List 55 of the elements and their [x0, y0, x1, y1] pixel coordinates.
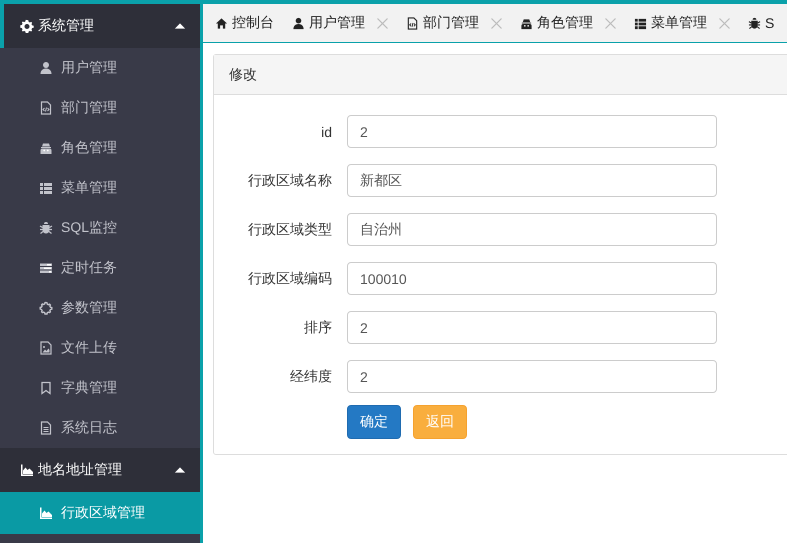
close-icon[interactable]: [605, 18, 616, 28]
close-icon[interactable]: [719, 18, 730, 28]
panel-title: 修改: [214, 55, 787, 95]
code-file-icon: [39, 101, 53, 115]
sidebar-item[interactable]: 菜单管理: [0, 168, 200, 208]
gear-icon: [20, 19, 34, 33]
input-field[interactable]: 100010: [347, 262, 717, 295]
field-label: 行政区域类型: [247, 220, 332, 238]
input-field[interactable]: 2: [347, 311, 717, 344]
tab[interactable]: 控制台: [215, 4, 274, 42]
field-label: 经纬度: [289, 368, 332, 386]
sidebar-item[interactable]: 定时任务: [0, 248, 200, 288]
spy-icon: [39, 141, 53, 155]
close-icon[interactable]: [491, 18, 502, 28]
list-icon: [634, 16, 647, 30]
close-icon[interactable]: [377, 18, 388, 28]
sidebar-item[interactable]: SQL监控: [0, 208, 200, 248]
tab[interactable]: 用户管理: [292, 4, 388, 42]
image-file-icon: [39, 341, 53, 355]
sidebar-item[interactable]: 用户管理: [0, 48, 200, 88]
field-label: id: [320, 124, 332, 140]
area-chart-icon: [39, 506, 53, 520]
tab[interactable]: 菜单管理: [634, 4, 730, 42]
input-field[interactable]: 2: [347, 115, 717, 148]
gear-icon: [39, 301, 53, 315]
bookmark-icon: [39, 381, 53, 395]
input-field[interactable]: 2: [347, 360, 717, 393]
tab[interactable]: S: [748, 4, 774, 42]
sidebar-item[interactable]: 系统日志: [0, 408, 200, 448]
sidebar-group[interactable]: 地名地址管理: [0, 448, 200, 492]
code-file-icon: [406, 16, 419, 30]
sidebar-item[interactable]: 字典管理: [0, 368, 200, 408]
field-label: 行政区域名称: [247, 172, 332, 190]
field-label: 行政区域编码: [247, 270, 332, 288]
user-icon: [39, 61, 53, 75]
tab[interactable]: 角色管理: [520, 4, 616, 42]
sidebar-group[interactable]: 系统管理: [0, 4, 200, 48]
home-icon: [215, 16, 228, 30]
bug-icon: [748, 16, 761, 30]
input-field[interactable]: 自治州: [347, 213, 717, 246]
tab[interactable]: 部门管理: [406, 4, 502, 42]
input-field[interactable]: 新都区: [347, 164, 717, 197]
sidebar-item[interactable]: 文件上传: [0, 328, 200, 368]
text-file-icon: [39, 421, 53, 435]
user-icon: [292, 16, 305, 30]
area-chart-icon: [20, 463, 34, 477]
confirm-button[interactable]: 确定: [347, 405, 401, 439]
sidebar-item[interactable]: 部门管理: [0, 88, 200, 128]
spy-icon: [520, 16, 533, 30]
sidebar-item[interactable]: 参数管理: [0, 288, 200, 328]
field-label: 排序: [303, 318, 332, 336]
tasks-icon: [39, 261, 53, 275]
list-icon: [39, 181, 53, 195]
bug-icon: [39, 221, 53, 235]
sidebar-item[interactable]: 角色管理: [0, 128, 200, 168]
